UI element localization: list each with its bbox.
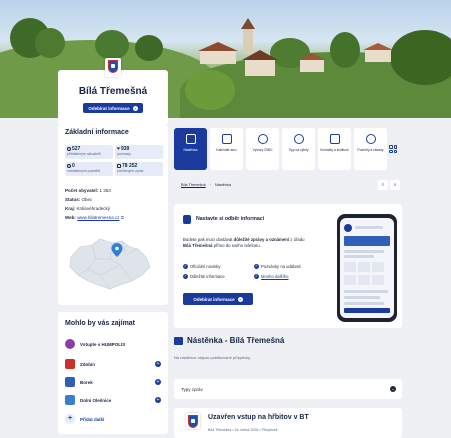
option-important-info: ✓ Důležité informace xyxy=(183,274,225,279)
check-icon: ✓ xyxy=(254,274,259,279)
bin-icon xyxy=(257,134,268,144)
interest-item[interactable]: Borek + xyxy=(65,375,161,389)
phone-mockup-image xyxy=(337,214,397,322)
article-title[interactable]: Uzavřen vstup na hřbitov v BT xyxy=(208,414,309,421)
subscribe-box: Nastavte si odběr informací Budete pak m… xyxy=(174,204,402,328)
arrow-right-icon: › xyxy=(132,105,138,111)
option-official-news: ✓ Oficiální novinky xyxy=(183,264,221,269)
message-icon xyxy=(117,164,121,168)
borek-crest-icon xyxy=(65,377,75,387)
check-icon: ✓ xyxy=(254,264,259,269)
interest-item[interactable]: Vstupte s HUMPOLIS xyxy=(65,337,161,351)
subscribe-box-text: Budete pak moci dostávat důležité zprávy… xyxy=(183,237,305,248)
search-icon[interactable]: ⌕ xyxy=(390,180,400,190)
interest-item[interactable]: Dolní Olešnice + xyxy=(65,393,161,407)
tile-board[interactable]: Nástěnka xyxy=(174,128,207,170)
region-row: Kraj: Královéhradecký xyxy=(65,206,111,211)
interest-item[interactable]: Zdobín + xyxy=(65,357,161,371)
tile-calendar[interactable]: Kalendář akcí xyxy=(210,128,243,170)
tile-trips[interactable]: Tipy na výlety xyxy=(282,128,315,170)
add-more-item[interactable]: + Přidat další xyxy=(65,412,161,426)
tile-waste[interactable]: Vývozy ČMKI xyxy=(246,128,279,170)
status-row: Status: Obec xyxy=(65,197,93,202)
add-icon[interactable]: + xyxy=(155,397,161,403)
tile-reports[interactable]: Podněty a závady xyxy=(354,128,387,170)
stat-reports: 0 nahlášených podnětů xyxy=(65,162,113,176)
subscribe-button-label: Odebírat informace xyxy=(88,105,130,111)
option-much-more[interactable]: ✓ Mnoho dalšího xyxy=(254,274,288,279)
breadcrumb-home[interactable]: Bílá Třemešná xyxy=(181,183,206,187)
tile-contacts[interactable]: Kontakty a instituce xyxy=(318,128,351,170)
interest-card: Mohlo by vás zajímat Vstupte s HUMPOLIS … xyxy=(58,312,168,434)
add-icon[interactable]: + xyxy=(155,379,161,385)
town-name: Bílá Třemešná xyxy=(78,86,148,97)
more-apps-icon[interactable] xyxy=(389,145,397,153)
chevron-down-icon[interactable]: ⌄ xyxy=(390,386,396,392)
calendar-icon xyxy=(221,134,232,144)
web-row: Web: www.bilatremesna.cz ⧉ xyxy=(65,215,124,220)
arrow-right-icon: › xyxy=(237,296,243,302)
breadcrumb: Bílá Třemešná › Nástěnka xyxy=(181,183,231,187)
feature-tiles: Nástěnka Kalendář akcí Vývozy ČMKI Tipy … xyxy=(174,128,404,170)
check-icon: ✓ xyxy=(183,274,188,279)
subscribe-button[interactable]: Odebírat informace › xyxy=(83,103,143,113)
user-icon xyxy=(67,147,71,151)
breadcrumb-current: Nástěnka xyxy=(214,183,231,187)
stat-users: 527 přihlášeným uživatelů xyxy=(65,145,113,159)
check-icon: ✓ xyxy=(183,264,188,269)
basic-info-title: Základní informace xyxy=(65,129,129,136)
phone-notification-icon xyxy=(183,215,191,224)
population-row: Počet obyvatel: 1 353 xyxy=(65,188,111,193)
phone-icon xyxy=(329,134,340,144)
basic-info-card: Základní informace 527 přihlášeným uživa… xyxy=(58,125,168,305)
message-types-filter[interactable]: Typy zpráv ⌄ xyxy=(174,379,402,399)
compass-icon xyxy=(293,134,304,144)
stat-messages: 78 252 přečtených zpráv xyxy=(115,162,163,176)
filter-icon[interactable]: ≡ xyxy=(378,180,388,190)
breadcrumb-separator-icon: › xyxy=(209,183,211,187)
article-meta: Bílá Třemešná • 16. ledna 2026 • Příspěv… xyxy=(208,428,278,432)
dolni-olesnice-crest-icon xyxy=(65,395,75,405)
profile-card: Bílá Třemešná Odebírat informace › xyxy=(58,58,168,125)
czech-map xyxy=(69,238,151,290)
option-event-invites: ✓ Pozvánky na události xyxy=(254,264,301,269)
add-icon[interactable]: + xyxy=(155,361,161,367)
coat-of-arms-icon xyxy=(186,413,200,429)
interest-title: Mohlo by vás zajímat xyxy=(65,320,136,327)
stat-praise: ♥ 939 pochvaly xyxy=(115,145,163,159)
pin-icon xyxy=(365,134,376,144)
subscribe-box-button[interactable]: Odebírat informace › xyxy=(183,293,253,305)
board-title: Nástěnka - Bílá Třemešná xyxy=(187,336,285,345)
article-card[interactable]: Uzavřen vstup na hřbitov v BT Bílá Třeme… xyxy=(174,408,402,438)
person-icon xyxy=(67,164,71,168)
zdobin-crest-icon xyxy=(65,359,75,369)
coat-of-arms-icon xyxy=(105,58,121,77)
humpolis-logo-icon xyxy=(65,339,75,349)
web-link[interactable]: www.bilatremesna.cz xyxy=(77,215,119,220)
board-icon xyxy=(185,134,196,144)
plus-icon: + xyxy=(65,414,75,424)
external-link-icon: ⧉ xyxy=(120,215,124,220)
board-title-icon xyxy=(174,337,183,345)
board-empty-message: Na nástěnce nejsou publikované příspěvky… xyxy=(174,355,251,360)
subscribe-box-title: Nastavte si odběr informací xyxy=(196,216,265,222)
